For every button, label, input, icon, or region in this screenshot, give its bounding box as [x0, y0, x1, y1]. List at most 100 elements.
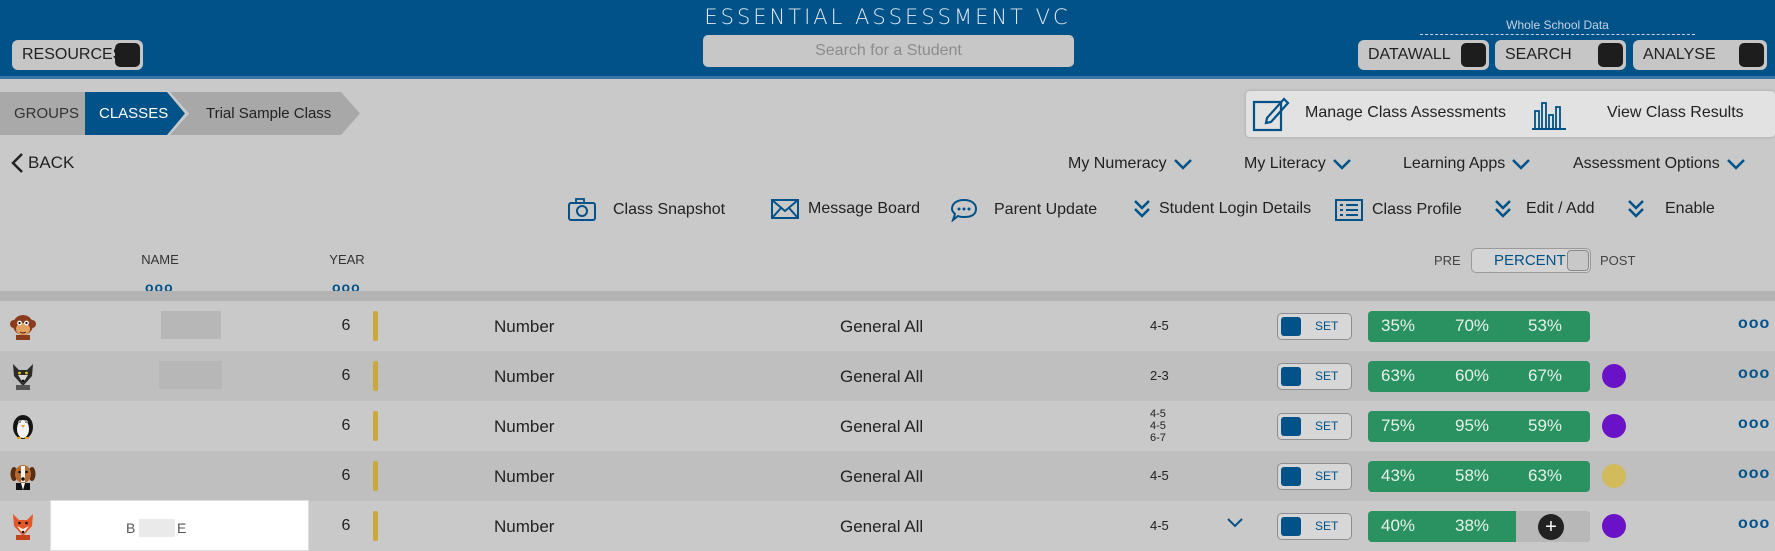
student-group: General All	[840, 367, 924, 386]
student-login-details-button[interactable]: Student Login Details	[1133, 198, 1311, 220]
enable-button[interactable]: Enable	[1627, 198, 1715, 220]
monkey-icon	[10, 315, 36, 340]
analyse-label: ANALYSE	[1643, 46, 1716, 63]
student-row[interactable]: 6 Number General All 4-5 SET 35% 70% 53%…	[0, 301, 1775, 351]
resources-label: RESOURCES	[22, 46, 124, 63]
analyse-button[interactable]: ANALYSE	[1633, 40, 1767, 70]
set-toggle-knob	[1281, 417, 1301, 436]
student-row[interactable]: 6 Number General All 4-5 SET 43% 58% 63%…	[0, 451, 1775, 501]
student-level: 4-5	[1150, 518, 1169, 533]
row-more-menu[interactable]: ooo	[1738, 365, 1770, 383]
chat-bubble-icon	[950, 198, 978, 222]
breadcrumb-classes[interactable]: CLASSES	[85, 92, 185, 135]
bar-chart-icon[interactable]	[1530, 97, 1568, 131]
assessment-options-menu[interactable]: Assessment Options	[1573, 155, 1746, 173]
message-board-button[interactable]: Message Board	[770, 198, 920, 220]
set-label: SET	[1315, 319, 1339, 333]
class-profile-button[interactable]: Class Profile	[1334, 198, 1462, 222]
student-level: 4-5	[1150, 318, 1169, 333]
percent-score: 70%	[1455, 316, 1490, 335]
camera-icon	[568, 198, 596, 221]
parent-update-button[interactable]: Parent Update	[950, 198, 1097, 222]
set-toggle[interactable]: SET	[1277, 313, 1352, 340]
class-snapshot-button[interactable]: Class Snapshot	[567, 198, 725, 222]
add-post-assessment-button[interactable]: +	[1538, 514, 1564, 540]
edit-note-icon[interactable]	[1251, 94, 1291, 134]
student-level: 6-7	[1150, 432, 1166, 444]
set-label: SET	[1315, 369, 1339, 383]
year-column-header[interactable]: YEAR	[326, 252, 368, 267]
chevron-down-icon	[1173, 159, 1192, 170]
set-toggle[interactable]: SET	[1277, 413, 1352, 440]
pre-label: PRE	[1434, 253, 1461, 268]
search-button[interactable]: SEARCH	[1495, 40, 1626, 70]
student-name-redacted[interactable]	[159, 361, 222, 389]
student-subject: Number	[494, 417, 555, 436]
status-dot[interactable]	[1602, 364, 1626, 388]
set-toggle[interactable]: SET	[1277, 363, 1352, 390]
year-indicator-bar	[373, 461, 378, 491]
percent-label: PERCENT	[1494, 252, 1566, 269]
status-dot[interactable]	[1602, 414, 1626, 438]
my-numeracy-menu[interactable]: My Numeracy	[1068, 155, 1193, 173]
my-literacy-menu[interactable]: My Literacy	[1244, 155, 1352, 173]
score-strip[interactable]: 40% 38% +	[1368, 511, 1590, 542]
pre-score: 40%	[1381, 516, 1416, 535]
edit-add-button[interactable]: Edit / Add	[1494, 198, 1595, 220]
double-chevron-down-icon	[1134, 200, 1150, 218]
row-more-menu[interactable]: ooo	[1738, 515, 1770, 533]
row-more-menu[interactable]: ooo	[1738, 465, 1770, 483]
set-toggle[interactable]: SET	[1277, 513, 1352, 540]
percent-toggle[interactable]: PERCENT	[1471, 248, 1591, 273]
student-login-details-label: Student Login Details	[1159, 200, 1312, 217]
class-profile-label: Class Profile	[1372, 201, 1462, 218]
student-search-input[interactable]	[703, 35, 1074, 67]
student-name-redacted[interactable]	[161, 311, 221, 339]
chevron-down-icon	[1726, 159, 1745, 170]
student-row[interactable]: 6 Number General All 2-3 SET 63% 60% 67%…	[0, 351, 1775, 401]
profile-list-icon	[1335, 199, 1363, 221]
toggle-knob	[1567, 250, 1589, 271]
datawall-button[interactable]: DATAWALL	[1358, 40, 1489, 70]
status-dot[interactable]	[1602, 514, 1626, 538]
assessment-options-label: Assessment Options	[1573, 155, 1720, 172]
manage-class-assessments-link[interactable]: Manage Class Assessments	[1305, 104, 1506, 122]
score-strip[interactable]: 35% 70% 53%	[1368, 311, 1590, 342]
set-label: SET	[1315, 469, 1339, 483]
chevron-down-icon[interactable]	[1226, 517, 1244, 529]
pre-score: 63%	[1381, 366, 1416, 385]
student-group: General All	[840, 317, 924, 336]
score-strip[interactable]: 75% 95% 59%	[1368, 411, 1590, 442]
breadcrumb-groups[interactable]: GROUPS	[0, 92, 88, 135]
top-header: ESSENTIAL ASSESSMENT VC RESOURCES Whole …	[0, 0, 1775, 79]
resources-button[interactable]: RESOURCES	[12, 40, 143, 70]
header-divider	[0, 291, 1775, 301]
percent-score: 38%	[1455, 516, 1490, 535]
pre-score: 35%	[1381, 316, 1416, 335]
score-strip[interactable]: 43% 58% 63%	[1368, 461, 1590, 492]
set-toggle[interactable]: SET	[1277, 463, 1352, 490]
row-more-menu[interactable]: ooo	[1738, 415, 1770, 433]
view-class-results-link[interactable]: View Class Results	[1607, 104, 1744, 122]
score-strip[interactable]: 63% 60% 67%	[1368, 361, 1590, 392]
student-year: 6	[341, 467, 351, 484]
wolf-icon	[13, 364, 33, 390]
learning-apps-menu[interactable]: Learning Apps	[1403, 155, 1531, 173]
student-subject: Number	[494, 317, 555, 336]
back-button[interactable]: BACK	[10, 152, 74, 174]
status-dot[interactable]	[1602, 464, 1626, 488]
name-column-header[interactable]: NAME	[138, 252, 182, 267]
student-subject: Number	[494, 517, 555, 536]
my-literacy-label: My Literacy	[1244, 155, 1326, 172]
my-numeracy-label: My Numeracy	[1068, 155, 1167, 172]
search-label: SEARCH	[1505, 46, 1572, 63]
student-year: 6	[341, 317, 351, 334]
post-score: 63%	[1528, 466, 1563, 485]
row-more-menu[interactable]: ooo	[1738, 315, 1770, 333]
back-label: BACK	[28, 153, 75, 172]
student-level: 2-3	[1150, 368, 1169, 383]
envelope-icon	[771, 199, 799, 219]
year-indicator-bar	[373, 411, 378, 441]
student-row[interactable]: 6 Number General All 4-5 4-5 6-7 SET 75%…	[0, 401, 1775, 451]
enable-label: Enable	[1665, 200, 1715, 217]
